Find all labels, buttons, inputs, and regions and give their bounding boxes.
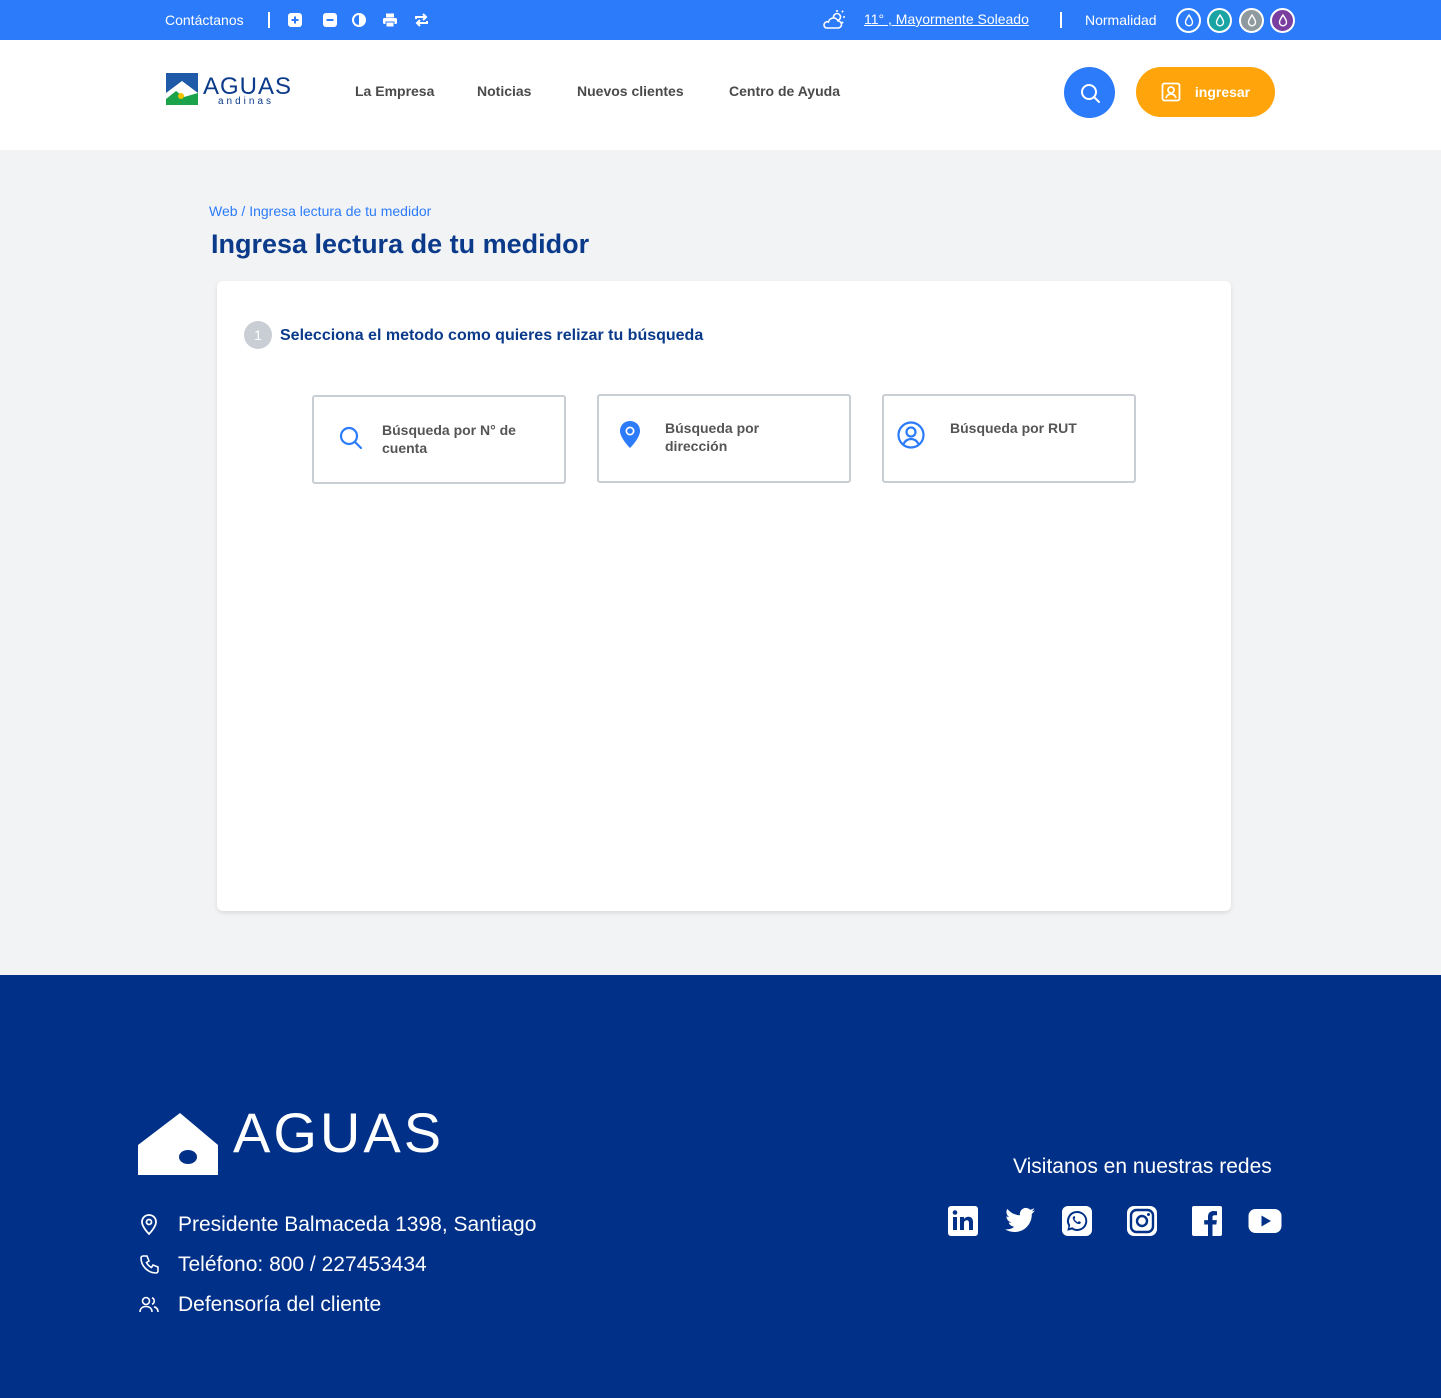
users-icon <box>139 1296 159 1313</box>
facebook-icon[interactable] <box>1190 1204 1224 1238</box>
refresh-icon[interactable] <box>412 11 430 29</box>
footer-logo[interactable]: AGUAS <box>138 1095 458 1177</box>
twitter-icon[interactable] <box>1003 1204 1037 1238</box>
search-button[interactable] <box>1064 67 1115 118</box>
footer-phone: Teléfono: 800 / 227453434 <box>138 1253 427 1277</box>
phone-icon <box>140 1255 159 1274</box>
zoom-out-icon[interactable] <box>321 11 339 29</box>
login-button[interactable]: ingresar <box>1136 67 1275 117</box>
separator <box>268 12 270 28</box>
contact-link[interactable]: Contáctanos <box>165 12 244 28</box>
footer-address: Presidente Balmaceda 1398, Santiago <box>138 1213 536 1237</box>
linkedin-icon[interactable] <box>946 1204 980 1238</box>
option-label: Búsqueda por dirección <box>665 420 760 454</box>
logo-mark-icon <box>138 1095 218 1175</box>
water-drop-icon-normal[interactable] <box>1176 8 1201 33</box>
footer: AGUAS Presidente Balmaceda 1398, Santiag… <box>0 975 1441 1398</box>
nav-nuevos-clientes[interactable]: Nuevos clientes <box>577 83 684 99</box>
main-header: AGUAS andinas La Empresa Noticias Nuevos… <box>0 40 1441 150</box>
logo-subtext: andinas <box>218 96 275 107</box>
contrast-icon[interactable] <box>350 11 368 29</box>
nav-noticias[interactable]: Noticias <box>477 83 531 99</box>
whatsapp-icon[interactable] <box>1060 1204 1094 1238</box>
option-label: Búsqueda por N° de cuenta <box>382 422 516 456</box>
search-icon <box>1080 83 1100 103</box>
user-circle-icon <box>896 420 926 450</box>
water-status-label: Normalidad <box>1085 12 1157 28</box>
search-icon <box>336 423 366 453</box>
logo-mark-icon <box>166 73 198 105</box>
social-title: Visitanos en nuestras redes <box>1013 1155 1272 1178</box>
utility-bar: Contáctanos 11° , Mayormente Soleado Nor… <box>0 0 1441 40</box>
user-badge-icon <box>1161 82 1181 102</box>
water-drop-icon-alert[interactable] <box>1207 8 1232 33</box>
option-rut[interactable]: Búsqueda por RUT <box>882 394 1136 483</box>
youtube-icon[interactable] <box>1248 1204 1282 1238</box>
search-method-card: 1 Selecciona el metodo como quieres reli… <box>217 281 1231 911</box>
nav-centro-de-ayuda[interactable]: Centro de Ayuda <box>729 83 840 99</box>
defense-link[interactable]: Defensoría del cliente <box>178 1293 381 1317</box>
water-drop-icon-warning[interactable] <box>1239 8 1264 33</box>
footer-logo-text: AGUAS <box>233 1101 445 1164</box>
instagram-icon[interactable] <box>1125 1204 1159 1238</box>
login-label: ingresar <box>1194 84 1251 100</box>
water-drop-icon-emergency[interactable] <box>1270 8 1295 33</box>
breadcrumb[interactable]: Web / Ingresa lectura de tu medidor <box>209 203 431 219</box>
print-icon[interactable] <box>381 11 399 29</box>
page-title: Ingresa lectura de tu medidor <box>211 229 590 259</box>
weather-link[interactable]: 11° , Mayormente Soleado <box>864 11 1029 27</box>
location-pin-icon <box>615 420 645 450</box>
option-account-number[interactable]: Búsqueda por N° de cuenta <box>312 395 566 484</box>
separator <box>1060 12 1062 28</box>
phone-text[interactable]: Teléfono: 800 / 227453434 <box>178 1253 427 1277</box>
partly-sunny-icon <box>822 9 846 31</box>
step-number-badge: 1 <box>244 321 272 349</box>
step-title: Selecciona el metodo como quieres reliza… <box>280 327 704 344</box>
aguas-andinas-logo[interactable]: AGUAS andinas <box>166 73 291 109</box>
footer-defense: Defensoría del cliente <box>138 1293 381 1317</box>
option-address[interactable]: Búsqueda por dirección <box>597 394 851 483</box>
option-label: Búsqueda por RUT <box>950 420 1077 436</box>
address-text: Presidente Balmaceda 1398, Santiago <box>178 1213 537 1236</box>
nav-la-empresa[interactable]: La Empresa <box>355 83 434 99</box>
zoom-in-icon[interactable] <box>286 11 304 29</box>
location-pin-icon <box>141 1214 157 1236</box>
